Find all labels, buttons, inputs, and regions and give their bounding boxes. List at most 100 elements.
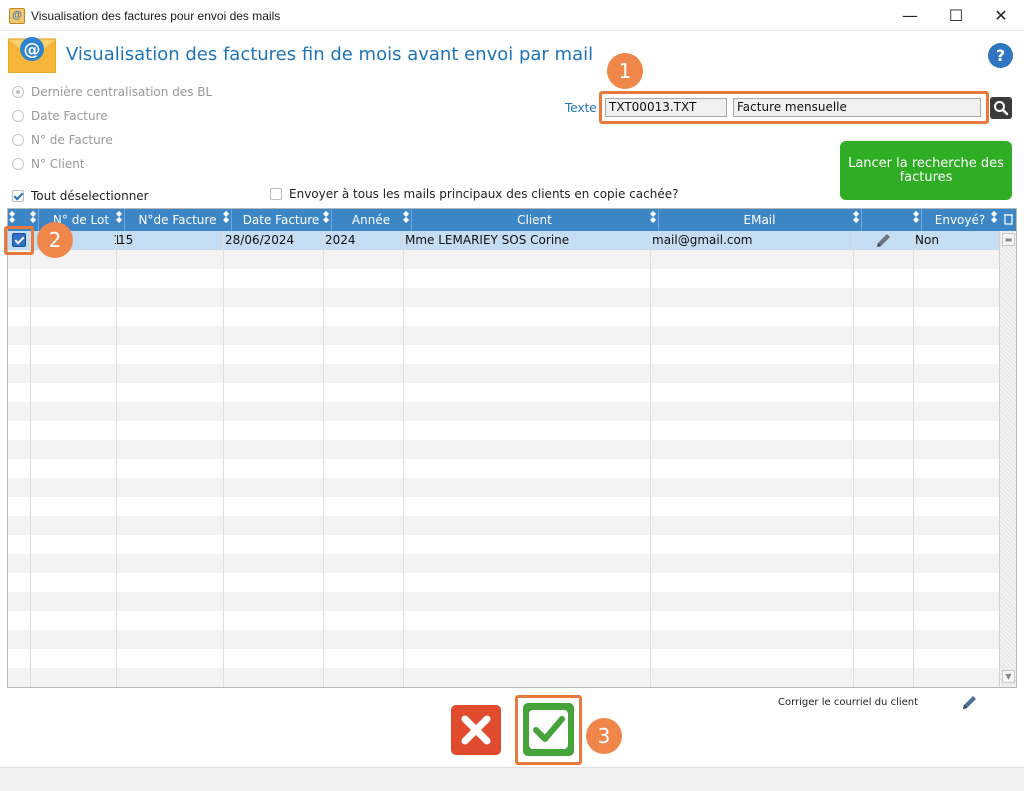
radio-button[interactable] — [12, 110, 24, 122]
invoices-table: ◆ ◆ ◆ ◆ N° de Lot ◆ ◆ N°de Facture ◆ ◆ Date … — [7, 208, 1017, 688]
cell-annee: 2024 — [325, 233, 356, 247]
radio-button[interactable] — [12, 158, 24, 170]
table-row-empty — [8, 326, 999, 345]
column-header-annee[interactable]: Année — [331, 209, 411, 231]
table-row-empty — [8, 554, 999, 573]
send-all-label: Envoyer à tous les mails principaux des … — [289, 187, 679, 201]
radio-label: N° Client — [31, 157, 85, 171]
status-bar — [0, 767, 1024, 791]
table-row-empty — [8, 421, 999, 440]
correct-email-label: Corriger le courriel du client — [778, 697, 919, 708]
table-row-empty — [8, 497, 999, 516]
table-row-empty — [8, 611, 999, 630]
column-header-edit[interactable] — [861, 209, 921, 231]
column-line — [650, 231, 651, 687]
row-select-checkbox[interactable] — [12, 233, 26, 247]
correct-email-pencil-icon[interactable] — [960, 694, 978, 712]
header-separator — [411, 209, 412, 231]
texte-label: Texte — [565, 101, 597, 115]
title-bar: @ Visualisation des factures pour envoi … — [0, 0, 1024, 31]
sort-icon[interactable]: ◆ ◆ — [9, 210, 19, 224]
column-line — [403, 231, 404, 687]
header-separator — [231, 209, 232, 231]
edit-email-icon[interactable] — [874, 232, 892, 250]
step-1-marker: 1 — [607, 53, 643, 89]
header-separator — [658, 209, 659, 231]
table-row[interactable]: 1 15 28/06/2024 2024 Mme LEMARIEY SOS Co… — [8, 231, 999, 250]
radio-button[interactable] — [12, 134, 24, 146]
column-header-envoye[interactable]: Envoyé? — [921, 209, 999, 231]
column-header-email[interactable]: EMail — [658, 209, 861, 231]
cell-envoye: Non — [915, 233, 939, 247]
table-row-empty — [8, 668, 999, 687]
table-body: 1 15 28/06/2024 2024 Mme LEMARIEY SOS Co… — [8, 231, 999, 687]
sort-icon[interactable]: ◆ ◆ — [991, 210, 1001, 224]
header-separator — [861, 209, 862, 231]
table-row-empty — [8, 573, 999, 592]
radio-label: Dernière centralisation des BL — [31, 85, 213, 99]
scroll-up-icon[interactable]: ▬ — [1002, 233, 1015, 246]
table-row-empty — [8, 269, 999, 288]
cancel-button[interactable] — [451, 705, 501, 755]
header-separator — [331, 209, 332, 231]
header-separator — [921, 209, 922, 231]
table-header: ◆ ◆ ◆ ◆ N° de Lot ◆ ◆ N°de Facture ◆ ◆ Date … — [8, 209, 1016, 231]
cell-facture: 15 — [118, 233, 134, 247]
cell-date: 28/06/2024 — [225, 233, 295, 247]
column-line — [116, 231, 117, 687]
radio-numero-facture[interactable]: N° de Facture — [12, 132, 113, 148]
invoice-type-field[interactable]: Facture mensuelle — [733, 98, 981, 117]
column-line — [323, 231, 324, 687]
window-title: Visualisation des factures pour envoi de… — [31, 9, 281, 23]
radio-label: Date Facture — [31, 109, 108, 123]
radio-label: N° de Facture — [31, 133, 113, 147]
radio-derniere-centralisation[interactable]: Dernière centralisation des BL — [12, 84, 212, 100]
table-row-empty — [8, 307, 999, 326]
column-line — [853, 231, 854, 687]
send-all-toggle[interactable]: Envoyer à tous les mails principaux des … — [270, 187, 679, 201]
app-mail-icon: @ — [9, 8, 25, 24]
radio-button[interactable] — [12, 86, 24, 98]
header-separator — [124, 209, 125, 231]
step-2-marker: 2 — [37, 222, 73, 258]
table-row-empty — [8, 592, 999, 611]
table-row-empty — [8, 459, 999, 478]
file-name-field[interactable]: TXT00013.TXT — [605, 98, 727, 117]
column-line — [913, 231, 914, 687]
column-header-facture[interactable]: N°de Facture — [124, 209, 231, 231]
help-icon[interactable]: ? — [988, 43, 1013, 68]
table-row-empty — [8, 383, 999, 402]
table-row-empty — [8, 440, 999, 459]
validate-button[interactable] — [523, 703, 574, 756]
checkbox[interactable] — [270, 188, 282, 200]
scroll-down-icon[interactable]: ▼ — [1002, 670, 1015, 683]
search-button[interactable] — [990, 97, 1012, 119]
maximize-button[interactable]: ☐ — [933, 0, 979, 31]
table-row-empty — [8, 516, 999, 535]
column-line — [223, 231, 224, 687]
checkbox[interactable] — [12, 190, 24, 202]
deselect-all-label: Tout déselectionner — [31, 189, 149, 203]
column-settings-icon[interactable] — [1002, 213, 1014, 225]
vertical-scrollbar[interactable]: ▬ ▼ — [999, 231, 1016, 687]
table-row-empty — [8, 535, 999, 554]
mail-envelope-icon: @ — [8, 37, 56, 73]
step-3-marker: 3 — [586, 718, 622, 754]
column-header-client[interactable]: Client — [411, 209, 658, 231]
radio-date-facture[interactable]: Date Facture — [12, 108, 108, 124]
cell-client: Mme LEMARIEY SOS Corine — [405, 233, 570, 247]
close-window-button[interactable]: ✕ — [978, 0, 1024, 31]
table-row-empty — [8, 345, 999, 364]
column-header-date[interactable]: Date Facture — [231, 209, 331, 231]
column-line — [30, 231, 31, 687]
launch-search-button[interactable]: Lancer la recherche des factures — [840, 141, 1012, 200]
minimize-button[interactable]: — — [887, 0, 933, 31]
table-row-empty — [8, 364, 999, 383]
radio-numero-client[interactable]: N° Client — [12, 156, 85, 172]
svg-text:@: @ — [24, 40, 41, 60]
cell-email: mail@gmail.com — [652, 233, 753, 247]
table-row-empty — [8, 630, 999, 649]
deselect-all-toggle[interactable]: Tout déselectionner — [12, 189, 149, 203]
table-row-empty — [8, 478, 999, 497]
table-row-empty — [8, 250, 999, 269]
